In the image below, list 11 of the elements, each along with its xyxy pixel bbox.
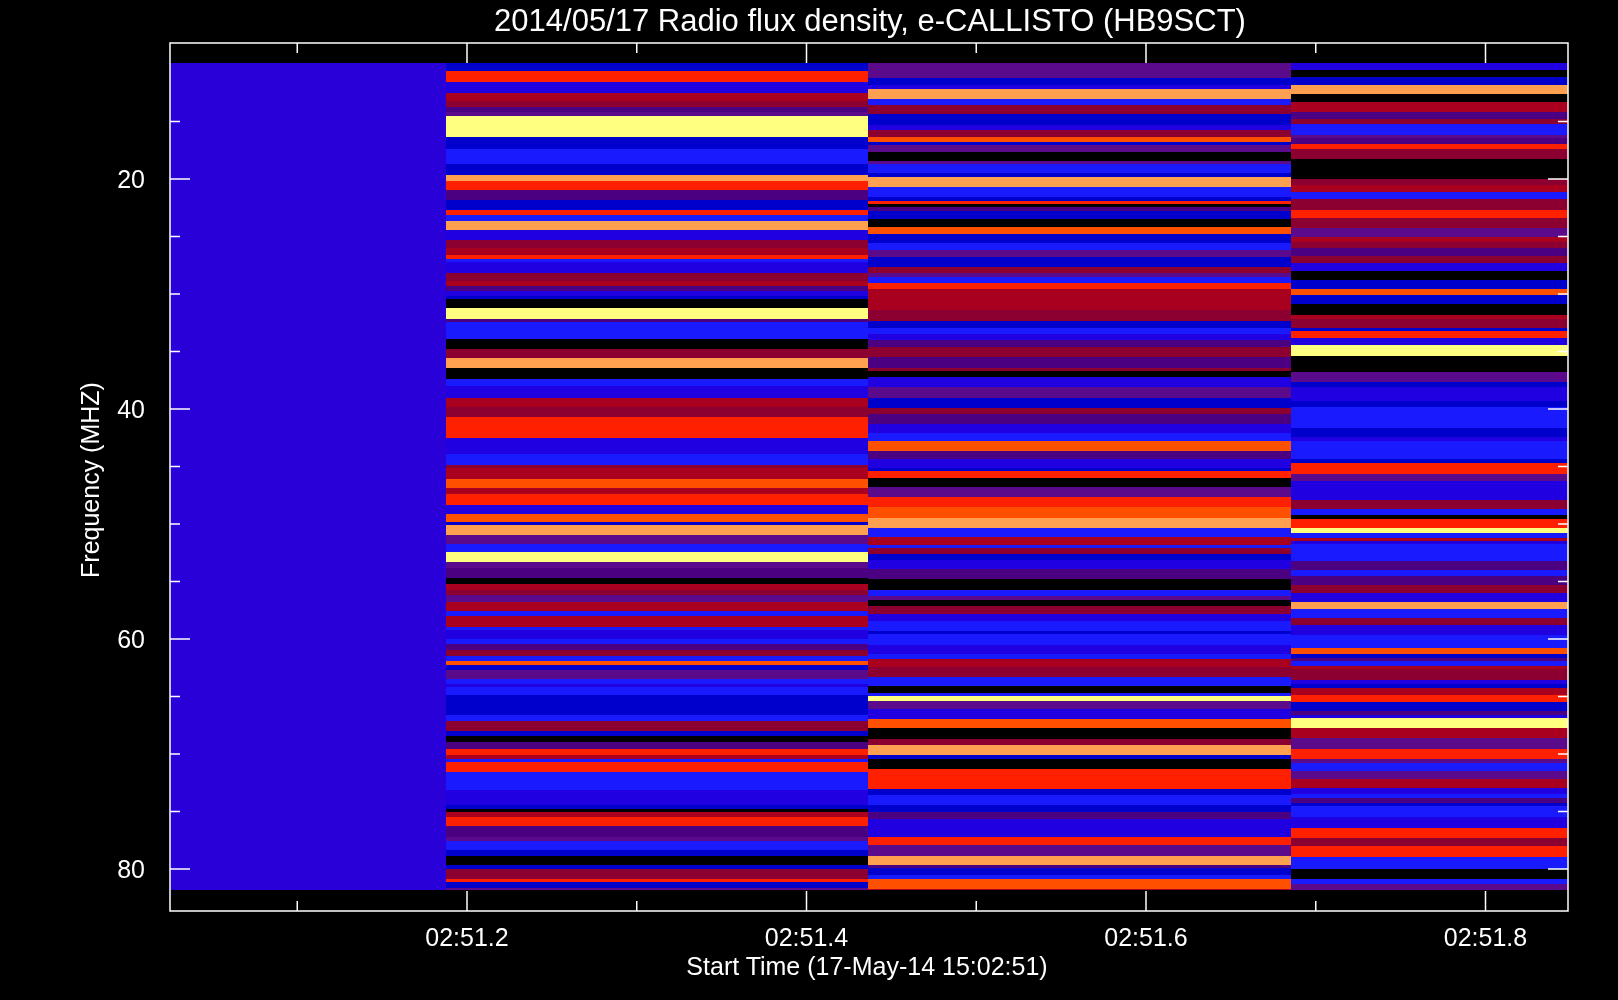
x-tick-label: 02:51.8 bbox=[1443, 923, 1528, 951]
x-axis-label: Start Time (17-May-14 15:02:51) bbox=[686, 952, 1048, 980]
x-tick-label: 02:51.6 bbox=[1104, 923, 1188, 951]
chart-title: 2014/05/17 Radio flux density, e-CALLISTO (HB9SCT) bbox=[494, 3, 1246, 38]
y-axis-label: Frequency (MHZ) bbox=[76, 382, 104, 578]
y-tick-label: 40 bbox=[117, 395, 145, 423]
y-tick-label: 60 bbox=[117, 625, 145, 653]
x-tick-label: 02:51.2 bbox=[425, 923, 509, 951]
y-tick-label: 80 bbox=[117, 855, 145, 883]
x-tick-label: 02:51.4 bbox=[764, 923, 849, 951]
y-tick-label: 20 bbox=[117, 165, 145, 193]
